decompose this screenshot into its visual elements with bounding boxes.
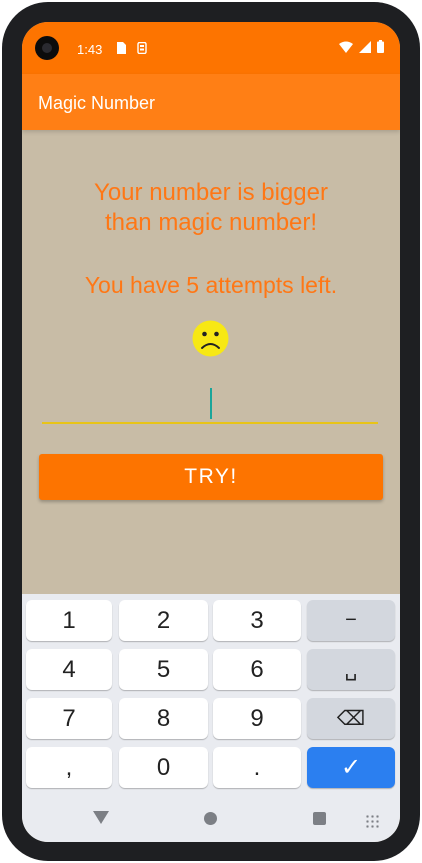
app-bar: Magic Number [22,74,400,130]
space-key[interactable]: ␣ [307,649,395,690]
comma-key[interactable]: , [26,747,112,788]
message-line-1: Your number is bigger [94,179,328,206]
message-line-2: than magic number! [104,209,318,236]
key-8[interactable]: 8 [119,698,208,739]
try-button[interactable]: TRY! [39,454,383,500]
period-key[interactable]: . [213,747,301,788]
navigation-bar [22,794,400,842]
key-5[interactable]: 5 [119,649,208,690]
status-bar: 1:43 [22,22,400,74]
status-time: 1:43 [77,42,103,57]
result-message: Your number is bigger than magic number! [22,178,400,238]
key-1[interactable]: 1 [26,600,112,641]
key-6[interactable]: 6 [213,649,301,690]
screen: 1:43 Magic Number Your number is bigger … [22,22,400,842]
key-3[interactable]: 3 [213,600,301,641]
front-camera [35,36,59,60]
number-input[interactable] [42,384,378,424]
minus-key[interactable]: − [307,600,395,641]
sad-face-icon [192,320,229,357]
storage-icon [137,41,147,57]
key-0[interactable]: 0 [119,747,208,788]
key-9[interactable]: 9 [213,698,301,739]
recents-icon[interactable] [313,812,326,825]
app-title: Magic Number [38,93,156,113]
attempts-left-text: You have 5 attempts left. [84,272,338,298]
text-caret [210,388,212,419]
back-icon[interactable] [93,811,109,824]
signal-icon [359,40,371,58]
wifi-icon [339,40,353,58]
home-icon[interactable] [204,812,217,825]
key-2[interactable]: 2 [119,600,208,641]
key-4[interactable]: 4 [26,649,112,690]
key-7[interactable]: 7 [26,698,112,739]
done-key[interactable]: ✓ [307,747,395,788]
sim-card-icon [116,42,126,57]
keyboard-switch-icon[interactable] [365,814,380,829]
battery-icon [377,40,384,58]
backspace-key[interactable]: ⌫ [307,698,395,739]
device-frame: 1:43 Magic Number Your number is bigger … [2,2,420,861]
